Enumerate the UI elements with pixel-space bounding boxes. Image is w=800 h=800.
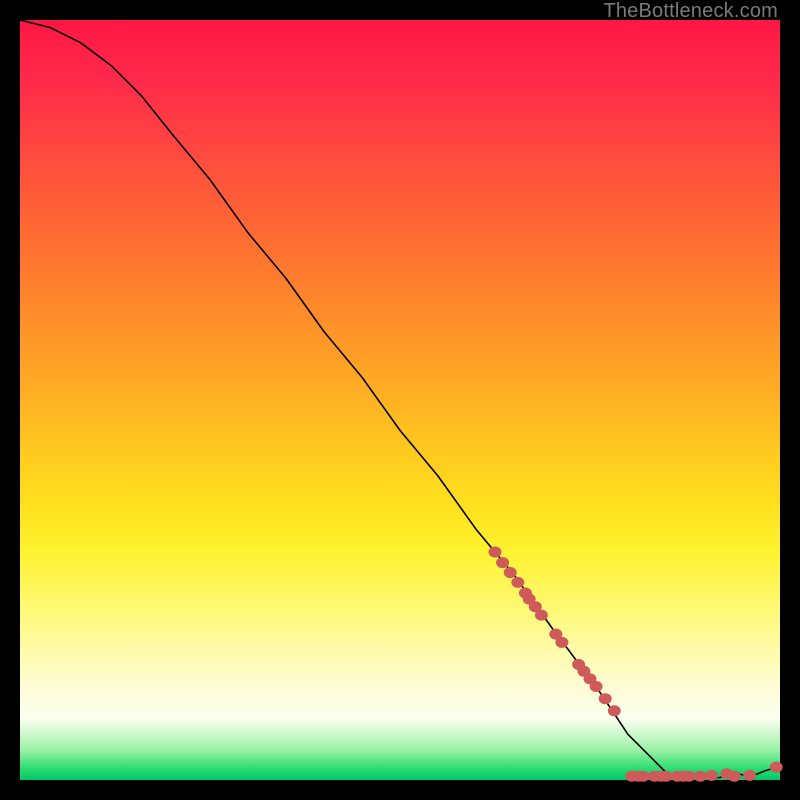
highlight-point [535, 610, 548, 621]
bottleneck-curve [20, 20, 780, 778]
highlight-point [770, 762, 783, 773]
chart-container: TheBottleneck.com [0, 0, 800, 800]
highlight-point [511, 577, 524, 588]
highlight-point [504, 567, 517, 578]
highlight-point [682, 771, 695, 782]
plot-area [20, 20, 780, 780]
highlight-point [590, 681, 603, 692]
highlight-point [608, 705, 621, 716]
highlight-point [660, 771, 673, 782]
highlight-point [728, 771, 741, 782]
highlight-point [599, 693, 612, 704]
highlight-point [637, 771, 650, 782]
highlight-points [489, 547, 783, 782]
highlight-point [705, 770, 718, 781]
highlight-point [489, 547, 502, 558]
highlight-point [743, 770, 756, 781]
highlight-point [555, 637, 568, 648]
highlight-point [694, 771, 707, 782]
highlight-point [496, 557, 509, 568]
chart-svg [20, 20, 780, 780]
